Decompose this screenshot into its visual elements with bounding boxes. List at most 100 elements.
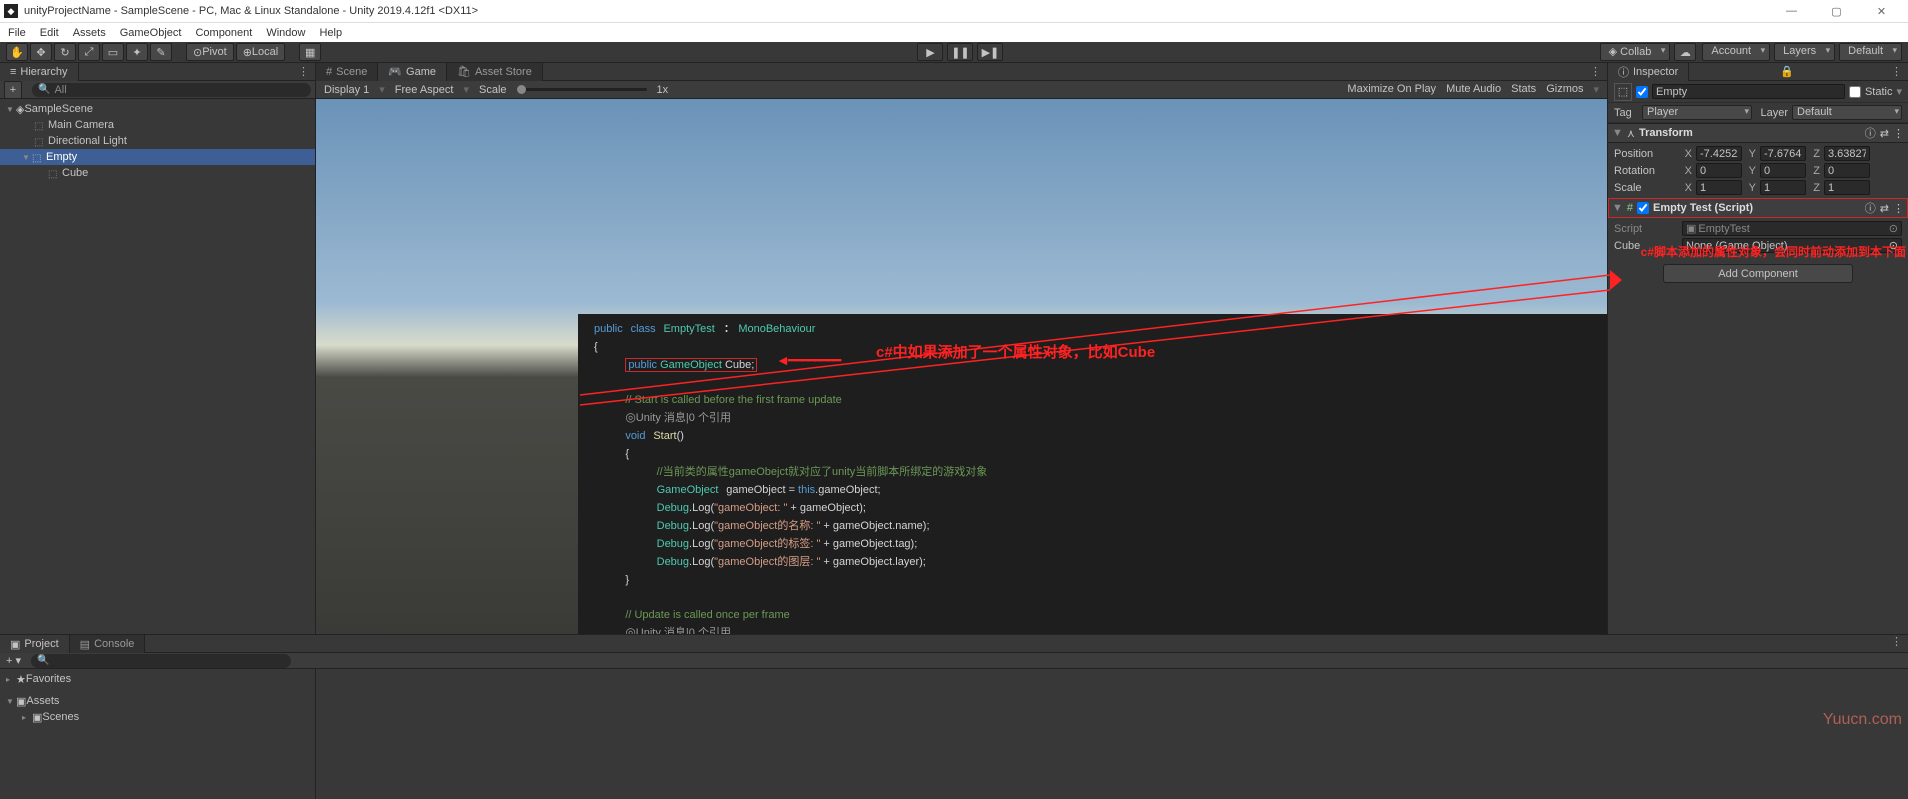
annotation-2: c#脚本添加的属性对象，会同时前动添加到本下面	[1641, 243, 1906, 260]
pivot-toggle[interactable]: ⊙ Pivot	[186, 43, 234, 61]
project-search[interactable]: 🔍	[31, 654, 291, 668]
project-menu-icon[interactable]: ⋮	[1885, 635, 1908, 652]
component-menu-icon[interactable]: ⋮	[1893, 127, 1904, 140]
favorites-row[interactable]: ▸★ Favorites	[0, 671, 315, 687]
menu-assets[interactable]: Assets	[73, 27, 106, 39]
scene-row[interactable]: ▼◈ SampleScene	[0, 101, 315, 117]
display-dropdown[interactable]: Display 1	[324, 84, 369, 96]
static-checkbox[interactable]	[1849, 86, 1861, 98]
reset-icon[interactable]: ⇄	[1880, 202, 1889, 215]
hierarchy-menu-icon[interactable]: ⋮	[292, 65, 315, 78]
mute-audio[interactable]: Mute Audio	[1446, 83, 1501, 96]
active-checkbox[interactable]	[1636, 86, 1648, 98]
stats-toggle[interactable]: Stats	[1511, 83, 1536, 96]
menu-file[interactable]: File	[8, 27, 26, 39]
scale-z[interactable]	[1824, 180, 1870, 195]
rot-x[interactable]	[1696, 163, 1742, 178]
pos-x[interactable]	[1696, 146, 1742, 161]
collab-dropdown[interactable]: ◈ Collab	[1600, 43, 1671, 61]
menu-gameobject[interactable]: GameObject	[120, 27, 182, 39]
project-tab[interactable]: ▣ Project	[0, 635, 70, 653]
layer-label: Layer	[1756, 107, 1788, 119]
layer-dropdown[interactable]: Default	[1792, 105, 1902, 120]
hierarchy-item-light[interactable]: Directional Light	[0, 133, 315, 149]
code-editor-overlay: public class EmptyTest : MonoBehaviour {…	[578, 314, 1607, 634]
hierarchy-panel: ≡ Hierarchy ⋮ + 🔍 All ▼◈ SampleScene Mai…	[0, 63, 316, 634]
account-dropdown[interactable]: Account	[1702, 43, 1770, 61]
gizmos-dropdown[interactable]: Gizmos	[1546, 83, 1583, 96]
scale-label: Scale	[1614, 182, 1678, 194]
console-tab[interactable]: ▤ Console	[70, 635, 146, 653]
scale-slider[interactable]	[517, 88, 647, 91]
scale-y[interactable]	[1760, 180, 1806, 195]
rect-tool[interactable]: ▭	[102, 43, 124, 61]
script-icon: #	[1627, 202, 1633, 214]
hand-tool[interactable]: ✋	[6, 43, 28, 61]
snap-tool[interactable]: ▦	[299, 43, 321, 61]
reset-icon[interactable]: ⇄	[1880, 127, 1889, 140]
name-field[interactable]	[1652, 84, 1845, 99]
maximize-on-play[interactable]: Maximize On Play	[1347, 83, 1436, 96]
annotation-1: c#中如果添加了一个属性对象，比如Cube	[876, 341, 1155, 362]
menu-help[interactable]: Help	[319, 27, 342, 39]
rot-y[interactable]	[1760, 163, 1806, 178]
layers-dropdown[interactable]: Layers	[1774, 43, 1835, 61]
local-toggle[interactable]: ⊕ Local	[236, 43, 286, 61]
assets-row[interactable]: ▼▣ Assets	[0, 693, 315, 709]
window-titlebar: ◆ unityProjectName - SampleScene - PC, M…	[0, 0, 1908, 23]
aspect-dropdown[interactable]: Free Aspect	[395, 84, 454, 96]
move-tool[interactable]: ✥	[30, 43, 52, 61]
component-menu-icon[interactable]: ⋮	[1893, 202, 1904, 215]
scale-tool[interactable]: ⤢	[78, 43, 100, 61]
rotate-tool[interactable]: ↻	[54, 43, 76, 61]
scale-x[interactable]	[1696, 180, 1742, 195]
menu-edit[interactable]: Edit	[40, 27, 59, 39]
close-button[interactable]: ✕	[1859, 0, 1904, 22]
help-icon[interactable]: ⓘ	[1865, 200, 1876, 216]
window-title: unityProjectName - SampleScene - PC, Mac…	[24, 5, 1769, 17]
menu-window[interactable]: Window	[266, 27, 305, 39]
transform-icon: ⋏	[1627, 127, 1635, 140]
help-icon[interactable]: ⓘ	[1865, 125, 1876, 141]
pos-y[interactable]	[1760, 146, 1806, 161]
inspector-tab[interactable]: ⓘ Inspector	[1608, 63, 1689, 81]
inspector-lock-icon[interactable]: 🔒	[1774, 65, 1800, 78]
project-create-button[interactable]: + ▾	[6, 654, 21, 667]
transform-header[interactable]: ▼⋏ Transform ⓘ ⇄ ⋮	[1608, 123, 1908, 143]
minimize-button[interactable]: —	[1769, 0, 1814, 22]
custom-tool[interactable]: ✎	[150, 43, 172, 61]
game-view[interactable]: public class EmptyTest : MonoBehaviour {…	[316, 99, 1607, 634]
scale-value: 1x	[657, 84, 669, 96]
pos-z[interactable]	[1824, 146, 1870, 161]
hierarchy-create-button[interactable]: +	[4, 81, 22, 99]
annotation-arrow-icon: ◄━━━━━━━━	[776, 352, 839, 369]
asset-store-tab[interactable]: 🛍 Asset Store	[447, 63, 543, 81]
add-component-button[interactable]: Add Component	[1663, 264, 1853, 283]
script-field[interactable]: ▣EmptyTest⊙	[1682, 221, 1902, 236]
transform-tool[interactable]: ✦	[126, 43, 148, 61]
hierarchy-tab[interactable]: ≡ Hierarchy	[0, 63, 79, 81]
script-enabled-checkbox[interactable]	[1637, 202, 1649, 214]
hierarchy-item-camera[interactable]: Main Camera	[0, 117, 315, 133]
play-button[interactable]: ▶	[917, 43, 943, 61]
hierarchy-search[interactable]: 🔍 All	[32, 83, 311, 97]
bottom-panel: ▣ Project ▤ Console ⋮ + ▾ 🔍 ▸★ Favorites…	[0, 634, 1908, 799]
scale-label: Scale	[479, 84, 507, 96]
menu-component[interactable]: Component	[195, 27, 252, 39]
step-button[interactable]: ▶❚	[977, 43, 1003, 61]
hierarchy-item-empty[interactable]: ▼Empty	[0, 149, 315, 165]
center-menu-icon[interactable]: ⋮	[1584, 65, 1607, 78]
cloud-button[interactable]: ☁	[1674, 43, 1696, 61]
game-tab[interactable]: 🎮 Game	[378, 63, 447, 81]
hierarchy-item-cube[interactable]: Cube	[0, 165, 315, 181]
script-component-header[interactable]: ▼# Empty Test (Script) ⓘ ⇄ ⋮	[1608, 198, 1908, 218]
script-label: Script	[1614, 223, 1678, 235]
maximize-button[interactable]: ▢	[1814, 0, 1859, 22]
layout-dropdown[interactable]: Default	[1839, 43, 1902, 61]
rot-z[interactable]	[1824, 163, 1870, 178]
scene-tab[interactable]: # Scene	[316, 63, 378, 81]
scenes-row[interactable]: ▸▣ Scenes	[0, 709, 315, 725]
tag-dropdown[interactable]: Player	[1642, 105, 1752, 120]
pause-button[interactable]: ❚❚	[947, 43, 973, 61]
inspector-menu-icon[interactable]: ⋮	[1885, 65, 1908, 78]
